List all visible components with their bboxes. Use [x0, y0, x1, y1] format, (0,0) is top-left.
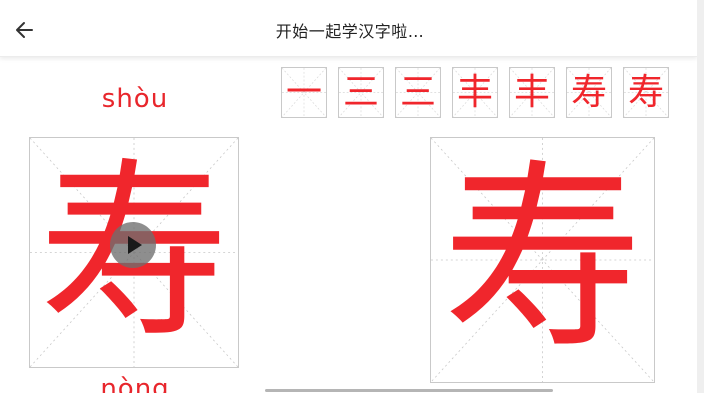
- pinyin-label: shòu: [101, 84, 169, 114]
- right-edge-panel: [697, 0, 704, 393]
- arrow-left-icon: [16, 22, 33, 38]
- stroke-step-char: 丰: [456, 71, 493, 113]
- next-pinyin-label: nòng: [100, 374, 170, 393]
- app-header: 开始一起学汉字啦…: [0, 0, 697, 57]
- stroke-step-char: 一: [285, 71, 322, 113]
- practice-character: 寿: [442, 143, 643, 376]
- stroke-step-char: 丰: [513, 71, 550, 113]
- stroke-step-char: 三: [342, 71, 379, 113]
- stroke-step-5[interactable]: 丰: [509, 67, 555, 118]
- stroke-step-char: 寿: [570, 71, 607, 113]
- stroke-step-char: 三: [399, 71, 436, 113]
- back-button[interactable]: [12, 17, 38, 43]
- character-practice-grid[interactable]: 寿: [430, 137, 655, 383]
- play-button[interactable]: [110, 222, 156, 268]
- horizontal-scrollbar[interactable]: [265, 389, 553, 392]
- stroke-step-6[interactable]: 寿: [566, 67, 612, 118]
- stroke-step-char: 寿: [627, 71, 664, 113]
- stroke-step-3[interactable]: 三: [395, 67, 441, 118]
- hanzi-learning-screen: 开始一起学汉字啦… shòu 一 三 三 丰 丰 寿 寿 寿 nòng: [0, 0, 704, 393]
- stroke-step-7[interactable]: 寿: [623, 67, 669, 118]
- stroke-step-2[interactable]: 三: [338, 67, 384, 118]
- page-title: 开始一起学汉字啦…: [275, 22, 425, 41]
- play-icon: [128, 236, 142, 254]
- stroke-step-4[interactable]: 丰: [452, 67, 498, 118]
- stroke-step-1[interactable]: 一: [281, 67, 327, 118]
